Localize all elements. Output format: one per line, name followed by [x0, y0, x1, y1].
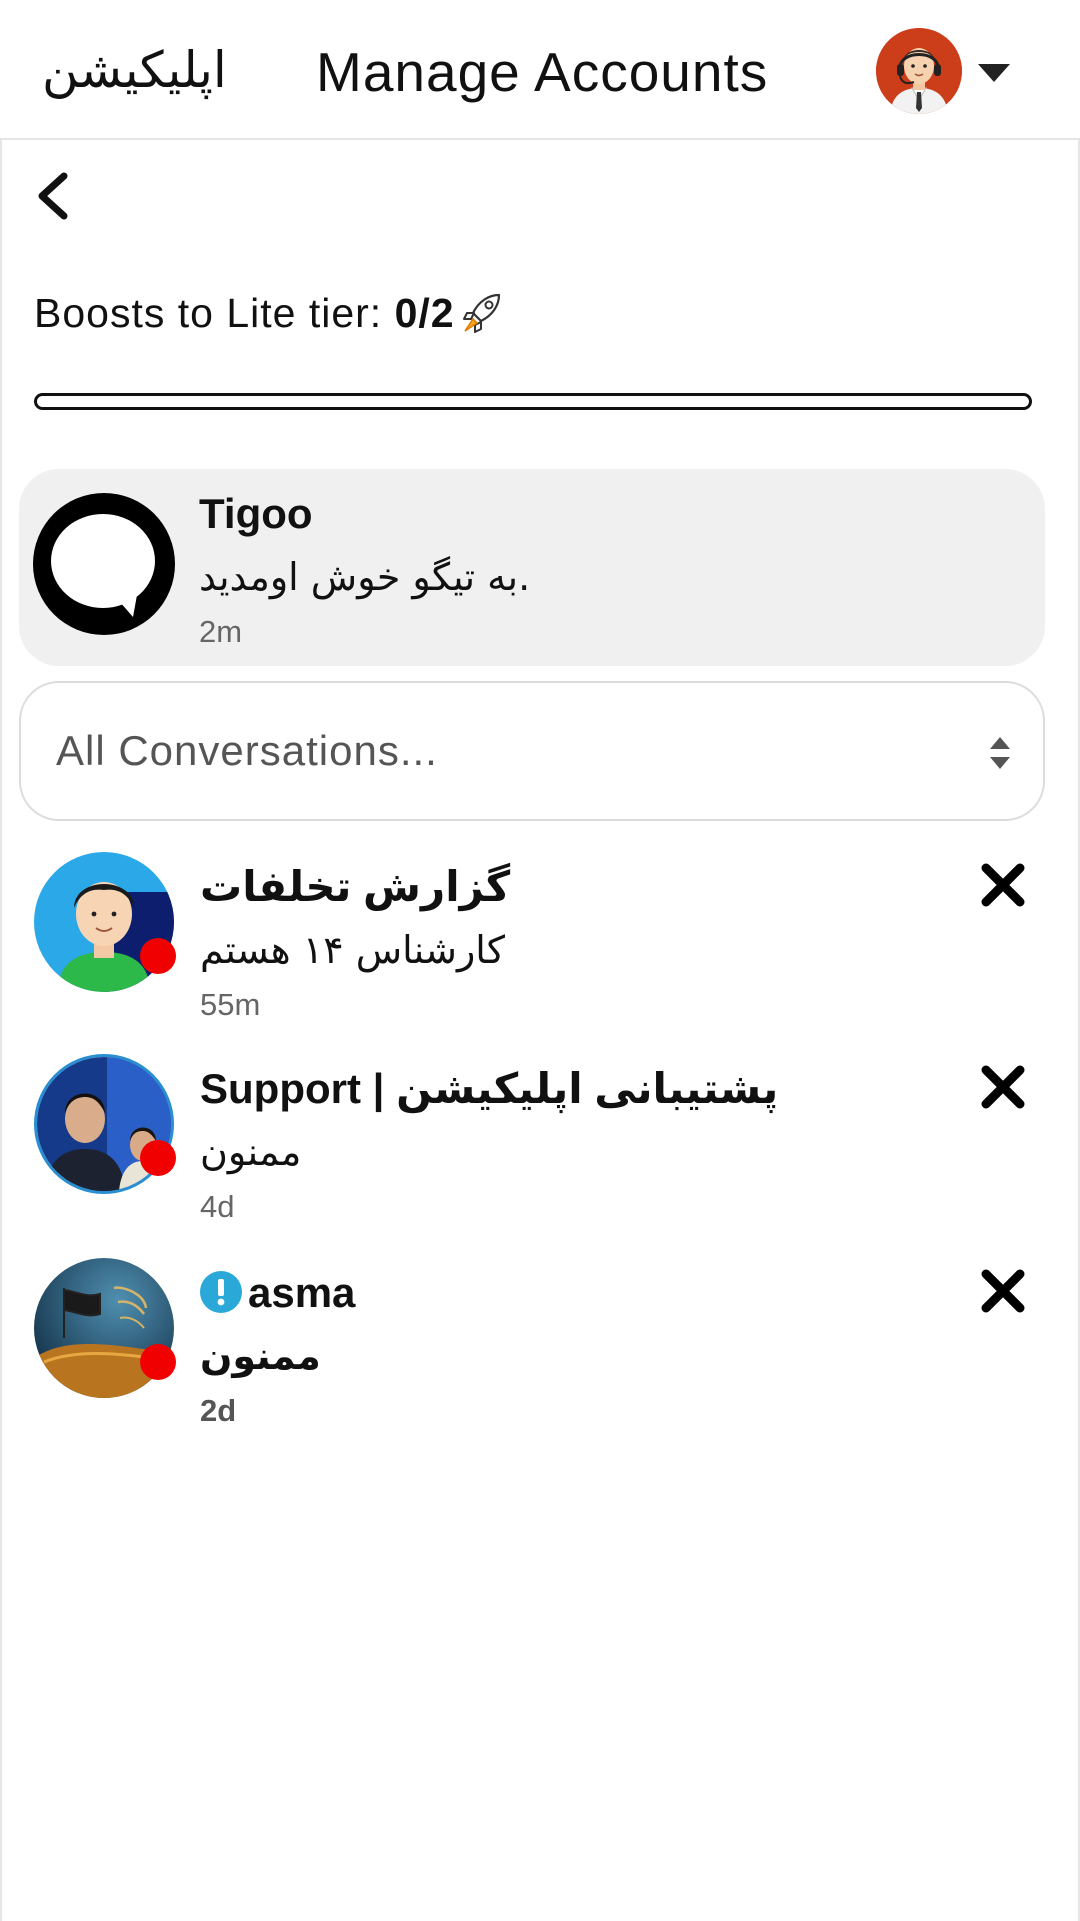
conversation-message: کارشناس ۱۴ هستم — [200, 928, 505, 972]
app-root: اپلیکیشن Manage Accounts Boosts to Lite … — [0, 0, 1080, 1921]
boosts-progress-bar — [34, 393, 1032, 410]
unread-indicator — [140, 1140, 176, 1176]
chevron-down-icon[interactable] — [978, 64, 1010, 82]
boosts-label: Boosts to Lite tier: — [34, 290, 395, 336]
conversation-name-wrapper: asma — [200, 1268, 355, 1318]
support-agent-icon — [876, 28, 962, 114]
sort-arrows-icon — [990, 737, 1010, 769]
rocket-icon — [462, 293, 500, 333]
app-brand[interactable]: اپلیکیشن — [42, 40, 227, 100]
conversation-time: 4d — [200, 1189, 235, 1224]
boosts-count: 0/2 — [394, 290, 455, 336]
unread-indicator — [140, 938, 176, 974]
pinned-conversation[interactable]: Tigoo به تیگو خوش اومدید. 2m — [19, 469, 1045, 666]
account-menu[interactable] — [872, 28, 1012, 116]
pinned-time: 2m — [199, 614, 243, 649]
conversation-row[interactable]: Support | پشتیبانی اپلیکیشن ممنون 4d — [0, 1054, 1080, 1254]
close-icon[interactable] — [978, 860, 1028, 910]
conversation-message: ممنون — [200, 1334, 321, 1378]
conversation-filter-select[interactable]: All Conversations... — [19, 681, 1045, 821]
pinned-name: Tigoo — [199, 490, 313, 537]
filter-selected-value: All Conversations... — [56, 727, 438, 774]
conversation-row[interactable]: گزارش تخلفات کارشناس ۱۴ هستم 55m — [0, 852, 1080, 1052]
conversation-time: 2d — [200, 1393, 237, 1428]
conversation-name: Support | پشتیبانی اپلیکیشن — [200, 1065, 779, 1112]
chat-bubble-icon — [33, 493, 175, 635]
conversation-time: 55m — [200, 987, 261, 1022]
back-arrow-icon[interactable] — [30, 168, 74, 224]
close-icon[interactable] — [978, 1266, 1028, 1316]
page-title: Manage Accounts — [316, 41, 769, 103]
warning-icon — [200, 1271, 242, 1313]
close-icon[interactable] — [978, 1062, 1028, 1112]
unread-indicator — [140, 1344, 176, 1380]
conversation-name: گزارش تخلفات — [200, 863, 511, 910]
pinned-message: به تیگو خوش اومدید. — [199, 555, 531, 599]
boosts-status: Boosts to Lite tier: 0/2 — [34, 286, 507, 340]
conversation-message: ممنون — [200, 1130, 302, 1174]
user-avatar[interactable] — [876, 28, 962, 114]
top-header: اپلیکیشن Manage Accounts — [0, 0, 1080, 140]
conversation-name: asma — [248, 1269, 356, 1316]
conversation-row[interactable]: asma ممنون 2d — [0, 1258, 1080, 1458]
